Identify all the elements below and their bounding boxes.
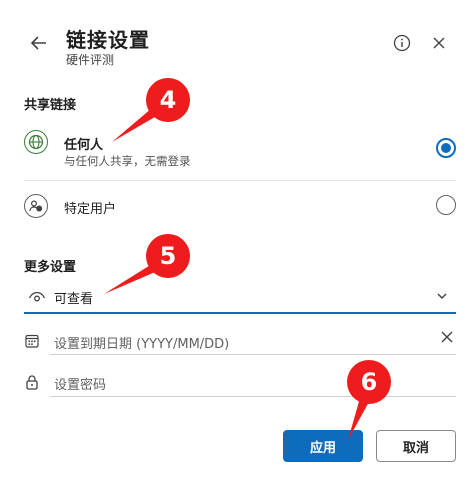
password-placeholder: 设置密码 — [54, 378, 107, 393]
lock-icon — [26, 375, 38, 390]
more-settings-section-title: 更多设置 — [24, 260, 77, 275]
calendar-icon — [25, 334, 39, 348]
people-icon — [24, 194, 48, 218]
password-field[interactable] — [50, 372, 456, 397]
back-arrow-icon[interactable] — [28, 32, 50, 54]
page-subtitle: 硬件评测 — [66, 53, 115, 67]
annotation-marker-5: 5 — [146, 234, 190, 278]
globe-icon — [24, 130, 48, 154]
annotation-marker-4: 4 — [146, 78, 190, 122]
option-anyone-description: 与任何人共享，无需登录 — [64, 154, 191, 168]
annotation-marker-6: 6 — [347, 360, 391, 404]
cancel-button[interactable]: 取消 — [376, 430, 456, 462]
annotation-arrows — [104, 108, 370, 440]
close-icon[interactable] — [430, 34, 448, 52]
option-specific-users-radio[interactable] — [436, 195, 456, 215]
option-specific-users-label[interactable]: 特定用户 — [64, 198, 116, 217]
option-anyone-label[interactable]: 任何人 — [64, 134, 103, 153]
info-icon[interactable] — [392, 33, 412, 53]
option-anyone-radio[interactable] — [436, 138, 456, 158]
clear-icon[interactable] — [440, 330, 454, 344]
expiry-date-placeholder: 设置到期日期 (YYYY/MM/DD) — [54, 337, 230, 352]
chevron-down-icon[interactable] — [436, 290, 448, 302]
sharing-section-title: 共享链接 — [24, 98, 77, 113]
apply-button[interactable]: 应用 — [283, 430, 363, 462]
page-title: 链接设置 — [66, 28, 150, 52]
eye-icon — [28, 291, 46, 302]
divider — [24, 180, 456, 181]
permission-value: 可查看 — [54, 292, 94, 307]
